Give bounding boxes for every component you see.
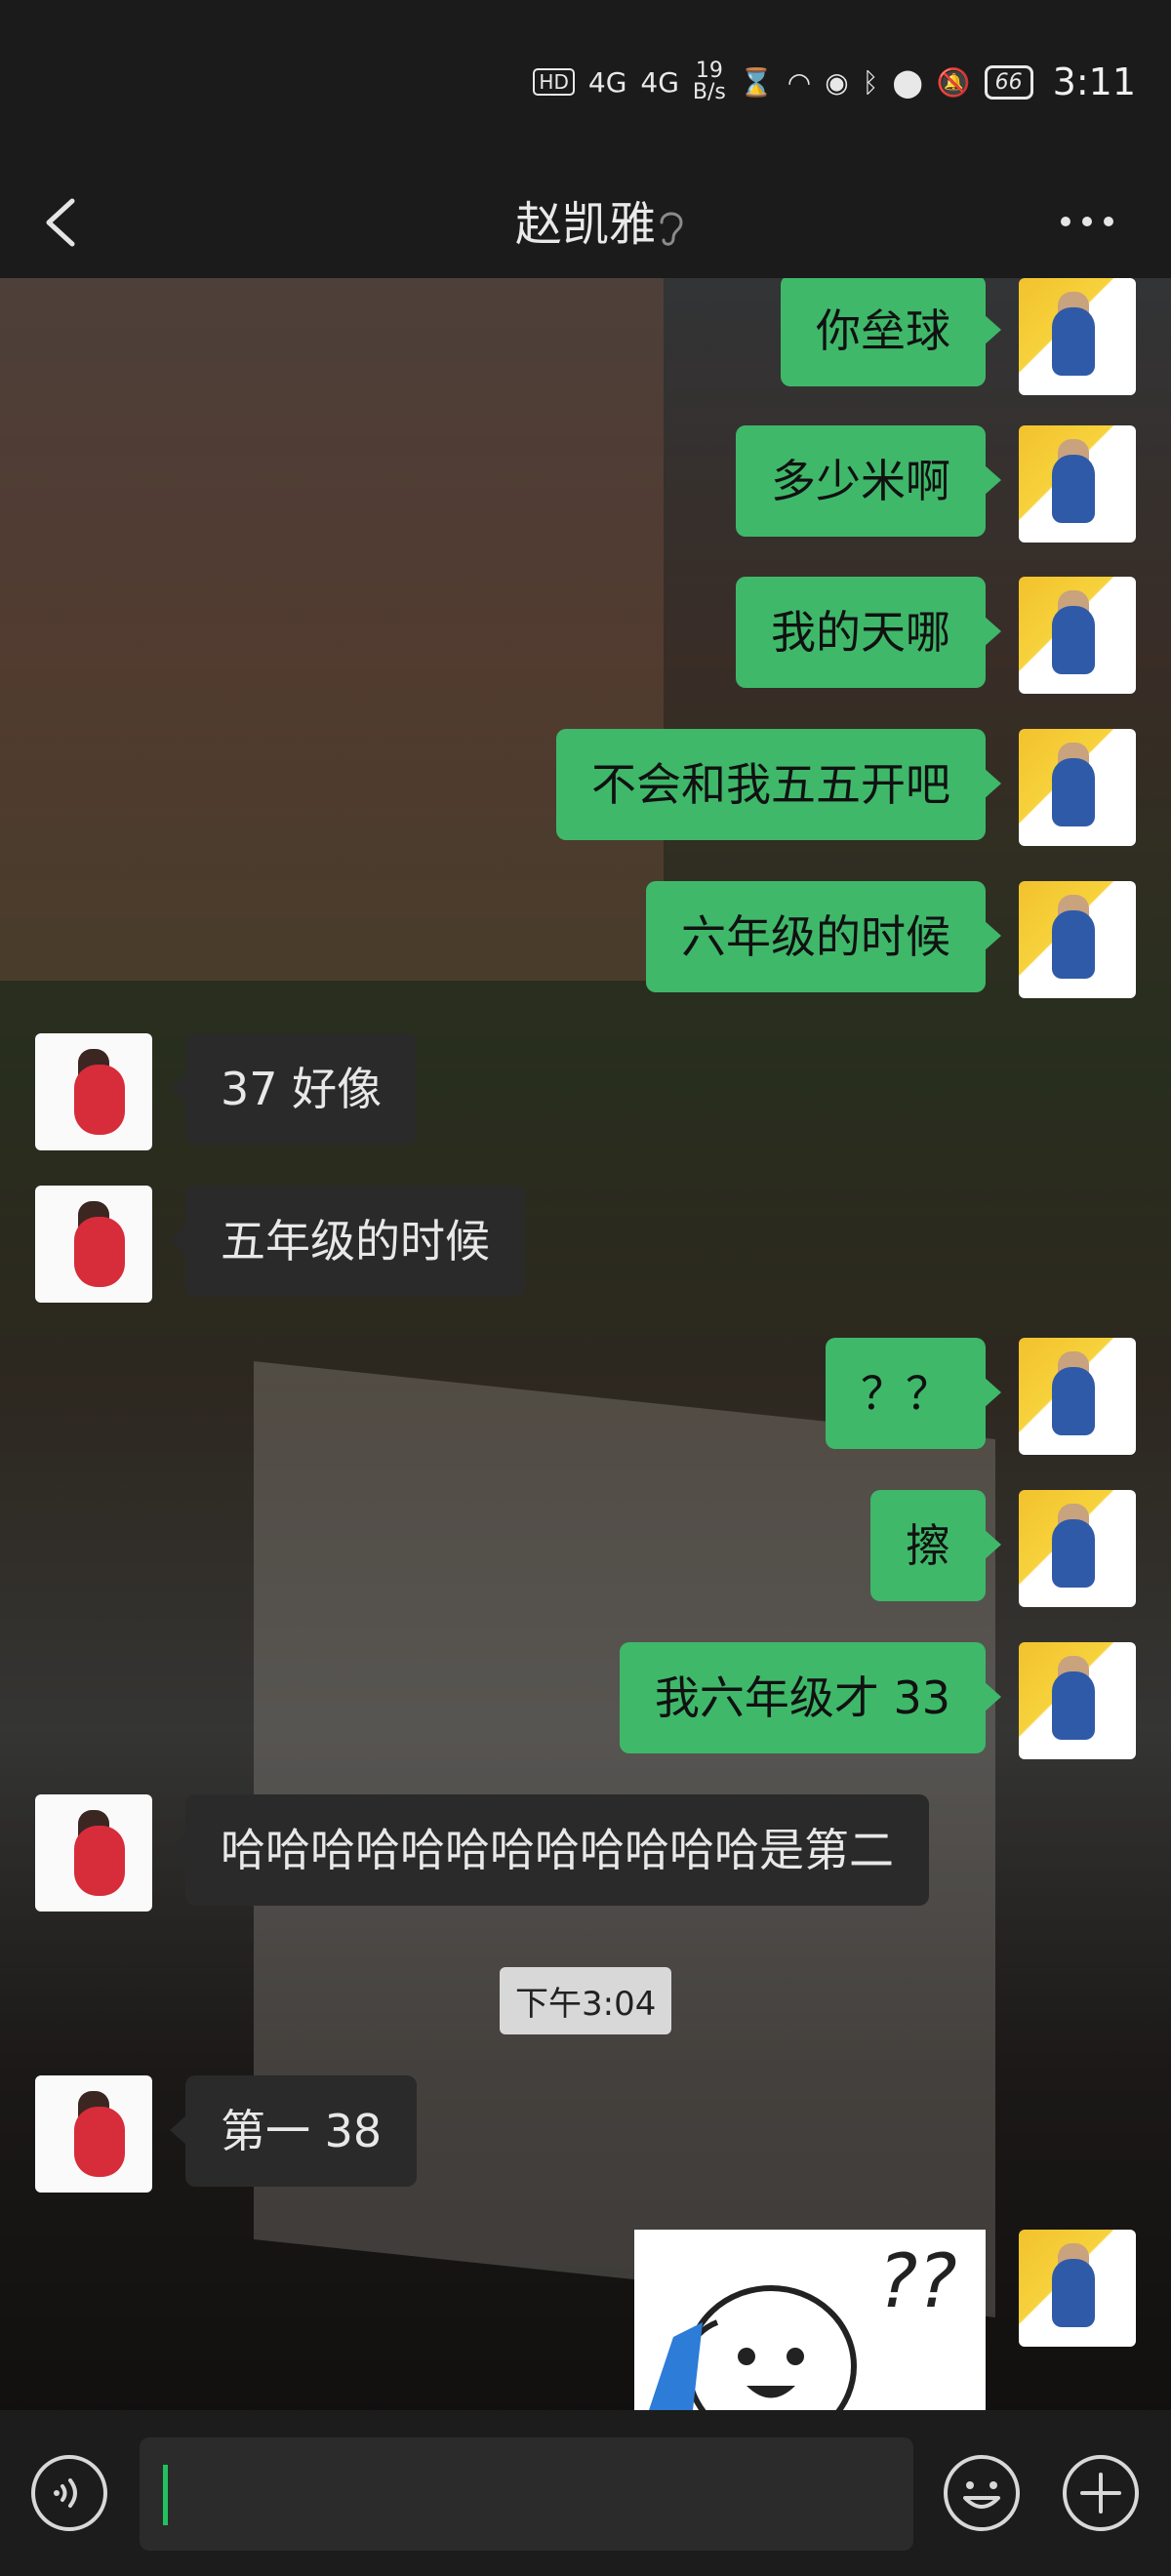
message-bubble-self[interactable]: 不会和我五五开吧 bbox=[556, 729, 1001, 840]
battery-indicator: 66 bbox=[984, 64, 1033, 100]
bluetooth-icon: ᛒ bbox=[862, 65, 879, 99]
input-bar bbox=[0, 2410, 1171, 2576]
message-bubble-other[interactable]: 哈哈哈哈哈哈哈哈哈哈哈哈是第二 bbox=[170, 1794, 929, 1906]
more-dots-icon[interactable] bbox=[1058, 207, 1116, 236]
message-bubble-self[interactable]: 多少米啊 bbox=[736, 425, 1001, 537]
avatar[interactable] bbox=[1019, 881, 1136, 998]
message-bubble-self[interactable]: 六年级的时候 bbox=[646, 881, 1001, 992]
hd-icon: HD bbox=[533, 68, 575, 96]
avatar[interactable] bbox=[35, 1186, 152, 1303]
background-building bbox=[0, 278, 664, 981]
eye-icon: ◉ bbox=[825, 65, 849, 99]
avatar[interactable] bbox=[35, 2075, 152, 2193]
hourglass-icon: ⌛ bbox=[739, 65, 774, 99]
wifi-icon: ◠ bbox=[787, 65, 812, 99]
avatar[interactable] bbox=[1019, 577, 1136, 694]
message-bubble-other[interactable]: 37 好像 bbox=[169, 1033, 418, 1145]
avatar[interactable] bbox=[1019, 1338, 1136, 1455]
sticker-message[interactable]: ?? bbox=[634, 2230, 986, 2410]
avatar[interactable] bbox=[1019, 729, 1136, 846]
text-caret bbox=[163, 2465, 168, 2525]
avatar[interactable] bbox=[1019, 1490, 1136, 1607]
signal-icon-1: 4G bbox=[587, 65, 627, 99]
avatar[interactable] bbox=[1019, 278, 1136, 395]
chat-area[interactable]: 你垒球 多少米啊 我的天哪 不会和我五五开吧 六年级的时候 37 好像 五年级的… bbox=[0, 278, 1171, 2410]
avatar[interactable] bbox=[1019, 1642, 1136, 1759]
message-bubble-other[interactable]: 第一 38 bbox=[169, 2075, 418, 2187]
message-timestamp: 下午3:04 bbox=[500, 1967, 672, 2034]
status-bar: HD 4G 4G 19 B/s ⌛ ◠ ◉ ᛒ ⬤ 🔕 66 3:11 bbox=[0, 0, 1171, 166]
signal-icon-2: 4G bbox=[640, 65, 679, 99]
plus-icon[interactable] bbox=[1061, 2453, 1141, 2533]
network-rate-unit: B/s bbox=[692, 80, 726, 104]
chat-title: 赵凯雅 bbox=[514, 197, 656, 252]
chat-header: 赵凯雅 bbox=[0, 166, 1171, 278]
sticker-text: ?? bbox=[878, 2237, 957, 2324]
mute-icon: 🔕 bbox=[936, 65, 971, 99]
avatar[interactable] bbox=[1019, 425, 1136, 543]
status-time: 3:11 bbox=[1052, 60, 1136, 103]
network-rate: 19 B/s bbox=[693, 60, 726, 103]
voice-icon[interactable] bbox=[29, 2453, 109, 2533]
message-bubble-self[interactable]: 你垒球 bbox=[781, 278, 1001, 386]
message-bubble-self[interactable]: 擦 bbox=[870, 1490, 1001, 1601]
location-icon: ⬤ bbox=[892, 65, 923, 99]
message-bubble-self[interactable]: ？？ bbox=[826, 1338, 1001, 1449]
message-input[interactable] bbox=[140, 2437, 913, 2551]
message-bubble-self[interactable]: 我六年级才 33 bbox=[619, 1642, 1002, 1753]
message-bubble-other[interactable]: 五年级的时候 bbox=[170, 1186, 525, 1297]
avatar[interactable] bbox=[35, 1033, 152, 1150]
message-bubble-self[interactable]: 我的天哪 bbox=[736, 577, 1001, 688]
emoji-icon[interactable] bbox=[942, 2453, 1022, 2533]
avatar[interactable] bbox=[35, 1794, 152, 1912]
ear-icon bbox=[660, 212, 683, 246]
avatar[interactable] bbox=[1019, 2230, 1136, 2347]
